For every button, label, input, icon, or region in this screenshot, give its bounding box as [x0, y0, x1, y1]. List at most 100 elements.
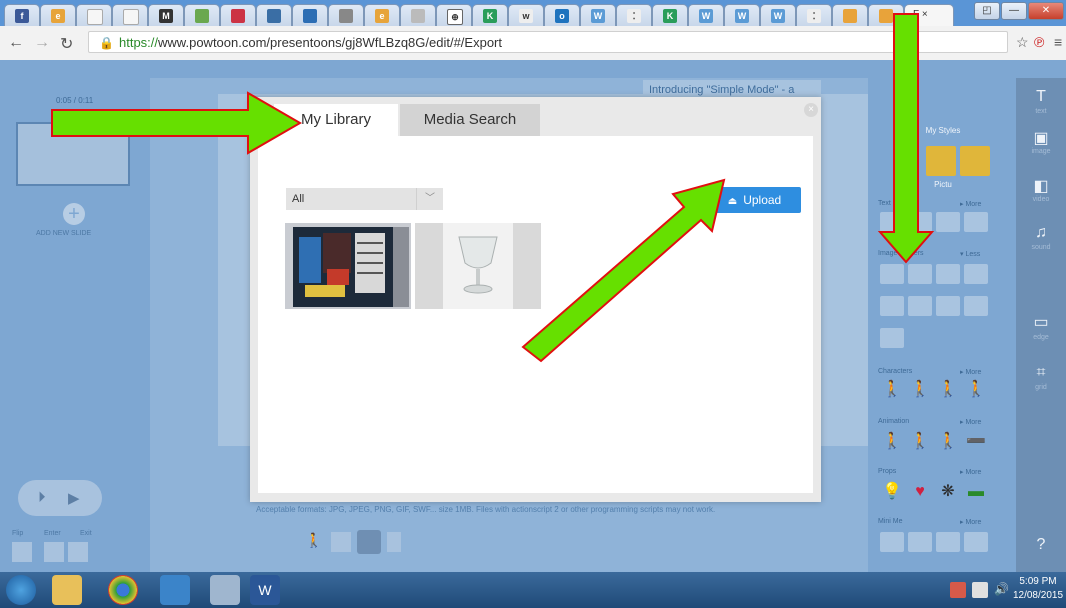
speaker-icon[interactable]: 🔊 — [994, 582, 1009, 598]
video-tool-icon[interactable]: ◧ — [1029, 176, 1053, 196]
back-icon[interactable]: ← — [8, 34, 24, 52]
browser-tab[interactable]: M — [148, 4, 184, 26]
browser-tab[interactable] — [832, 4, 868, 26]
filter-select[interactable]: All ﹀ — [286, 188, 443, 210]
edge-tool-icon[interactable]: ▭ — [1029, 312, 1053, 332]
style-thumb[interactable] — [926, 146, 956, 176]
heart-icon[interactable]: ♥ — [910, 482, 930, 502]
hand-holder-icon[interactable] — [357, 530, 381, 554]
tab-my-library[interactable]: My Library — [274, 104, 398, 136]
character-icon[interactable]: 🚶 — [882, 380, 902, 400]
browser-tab[interactable] — [292, 4, 328, 26]
browser-tab[interactable] — [184, 4, 220, 26]
image-holder[interactable] — [908, 264, 932, 284]
help-icon[interactable]: ? — [1029, 536, 1053, 554]
play-controls[interactable]: ⏵ ▶ — [18, 480, 102, 516]
start-button[interactable] — [6, 575, 36, 605]
character-icon[interactable]: 🚶 — [966, 380, 986, 400]
mini-me-thumb[interactable] — [908, 532, 932, 552]
browser-tab[interactable] — [220, 4, 256, 26]
browser-tab[interactable]: ⊕ — [436, 4, 472, 26]
menu-icon[interactable]: ≡ — [1054, 34, 1062, 50]
enter-button[interactable] — [44, 542, 64, 562]
image-holder[interactable] — [908, 296, 932, 316]
lightbulb-icon[interactable]: 💡 — [882, 482, 902, 502]
image-holder[interactable] — [880, 264, 904, 284]
browser-tab[interactable]: W — [580, 4, 616, 26]
browser-tab[interactable]: e — [40, 4, 76, 26]
animation-icon[interactable]: ➖ — [966, 432, 986, 452]
forward-icon[interactable]: → — [34, 34, 50, 52]
browser-tab[interactable] — [76, 4, 112, 26]
section-animation[interactable]: Animation ▸ More — [878, 418, 1006, 426]
app-icon[interactable] — [160, 575, 190, 605]
animation-icon[interactable]: 🚶 — [882, 432, 902, 452]
item-thumb[interactable] — [908, 212, 932, 232]
browser-tab[interactable]: ⁚ — [796, 4, 832, 26]
system-clock[interactable]: 5:09 PM 12/08/2015 — [1012, 575, 1064, 603]
image-holder[interactable] — [880, 328, 904, 348]
style-thumb[interactable] — [960, 146, 990, 176]
text-tool-icon[interactable]: T — [1029, 88, 1053, 106]
money-icon[interactable]: ▬ — [966, 482, 986, 502]
star-icon[interactable]: ☆ — [1016, 34, 1029, 51]
image-holder[interactable] — [964, 296, 988, 316]
character-holder-icon[interactable]: 🚶 — [305, 532, 325, 552]
image-tool-icon[interactable]: ▣ — [1029, 128, 1053, 148]
character-icon[interactable]: 🚶 — [910, 380, 930, 400]
tray-icon[interactable] — [950, 582, 966, 598]
browser-tab[interactable] — [112, 4, 148, 26]
browser-tab[interactable]: f — [4, 4, 40, 26]
network-icon[interactable] — [972, 582, 988, 598]
calculator-icon[interactable] — [210, 575, 240, 605]
url-field[interactable]: 🔒 https://www.powtoon.com/presentoons/gj… — [88, 31, 1008, 53]
word-icon[interactable]: W — [250, 575, 280, 605]
grid-tool-icon[interactable]: ⌗ — [1029, 364, 1053, 382]
section-image-holders[interactable]: Image Holders ▾ Less — [878, 250, 1006, 258]
browser-tab[interactable]: K — [652, 4, 688, 26]
exit-button[interactable] — [68, 542, 88, 562]
browser-tab[interactable] — [256, 4, 292, 26]
slide-thumbnail[interactable] — [16, 122, 130, 186]
reload-icon[interactable]: ↻ — [60, 34, 73, 54]
browser-tab[interactable]: W — [724, 4, 760, 26]
section-props[interactable]: Props ▸ More — [878, 468, 1006, 476]
sparkle-icon[interactable]: ❋ — [938, 482, 958, 502]
browser-tab[interactable] — [868, 4, 904, 26]
restore-button[interactable]: ◰ — [974, 2, 1000, 20]
image-holder[interactable] — [964, 264, 988, 284]
section-text-effects[interactable]: Text Effects ▸ More — [878, 200, 1006, 208]
item-thumb[interactable] — [964, 212, 988, 232]
browser-tab[interactable]: W — [760, 4, 796, 26]
browser-tab[interactable] — [328, 4, 364, 26]
character-icon[interactable]: 🚶 — [938, 380, 958, 400]
phone-holder-icon[interactable] — [387, 532, 401, 552]
browser-tab-active[interactable]: F × — [904, 4, 954, 26]
file-explorer-icon[interactable] — [52, 575, 82, 605]
tab-media-search[interactable]: Media Search — [400, 104, 540, 136]
image-holder[interactable] — [936, 264, 960, 284]
mini-me-thumb[interactable] — [964, 532, 988, 552]
chrome-icon[interactable] — [108, 575, 138, 605]
item-thumb[interactable] — [936, 212, 960, 232]
close-icon[interactable]: × — [804, 103, 818, 117]
play-from-start-icon[interactable]: ⏵ — [38, 489, 46, 506]
section-characters[interactable]: Characters ▸ More — [878, 368, 1006, 376]
pinterest-icon[interactable]: ℗ — [1034, 34, 1044, 50]
image-holder-icon[interactable] — [331, 532, 351, 552]
animation-icon[interactable]: 🚶 — [910, 432, 930, 452]
browser-tab[interactable]: W — [688, 4, 724, 26]
image-holder[interactable] — [936, 296, 960, 316]
close-window-button[interactable]: ✕ — [1028, 2, 1064, 20]
mini-me-thumb[interactable] — [936, 532, 960, 552]
browser-tab[interactable]: o — [544, 4, 580, 26]
browser-tab[interactable] — [400, 4, 436, 26]
browser-tab[interactable]: K — [472, 4, 508, 26]
browser-tab[interactable]: e — [364, 4, 400, 26]
minimize-button[interactable]: — — [1001, 2, 1027, 20]
image-holder[interactable] — [880, 296, 904, 316]
flip-button[interactable] — [12, 542, 32, 562]
my-styles-label[interactable]: My Styles — [908, 126, 978, 140]
add-slide-icon[interactable]: + — [63, 203, 85, 225]
browser-tab[interactable]: ⁚ — [616, 4, 652, 26]
